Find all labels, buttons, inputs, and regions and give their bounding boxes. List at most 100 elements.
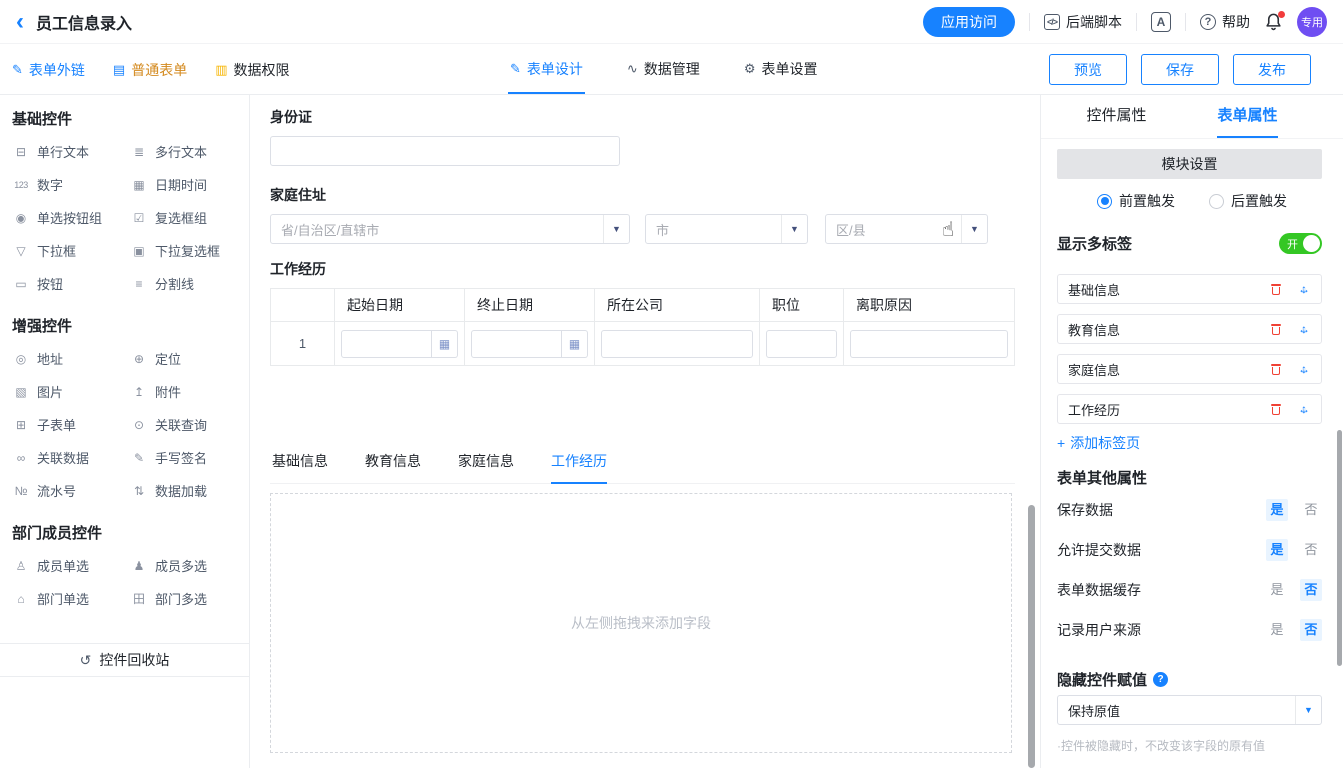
module-settings-button[interactable]: 模块设置 [1057, 149, 1322, 179]
palette-item-button[interactable]: ▭按钮 [12, 267, 130, 300]
palette-item-image[interactable]: ▧图片 [12, 375, 130, 408]
form-external-link[interactable]: ✎ 表单外链 [12, 60, 85, 80]
palette-item-label: 部门单选 [37, 589, 89, 608]
tab-form-design[interactable]: ✎ 表单设计 [508, 45, 585, 94]
yes-option[interactable]: 是 [1266, 619, 1288, 641]
normal-form-link[interactable]: ▤ 普通表单 [113, 60, 187, 80]
delete-icon[interactable] [1271, 284, 1281, 295]
language-icon[interactable]: A [1151, 12, 1171, 32]
publish-button[interactable]: 发布 [1233, 54, 1311, 85]
field-work-history[interactable]: 工作经历 起始日期 终止日期 所在公司 职位 离职原因 1 ▦ [270, 259, 1015, 366]
yes-option[interactable]: 是 [1266, 579, 1288, 601]
palette-item-radio-group[interactable]: ◉单选按钮组 [12, 201, 130, 234]
move-icon[interactable]: ↔↕ [1297, 362, 1311, 376]
move-icon[interactable]: ↔↕ [1297, 282, 1311, 296]
palette-item-number[interactable]: 123数字 [12, 168, 130, 201]
control-palette: 基础控件 ⊟单行文本 ≣多行文本 123数字 ▦日期时间 ◉单选按钮组 ☑复选框… [0, 95, 250, 768]
help-button[interactable]: ? 帮助 [1200, 12, 1250, 32]
no-option[interactable]: 否 [1300, 539, 1322, 561]
recycle-icon: ↺ [80, 652, 92, 669]
app-access-button[interactable]: 应用访问 [923, 7, 1015, 37]
toolbar: ✎ 表单外链 ▤ 普通表单 ▥ 数据权限 ✎ 表单设计 ∿ 数据管理 ⚙ 表单设… [0, 45, 1343, 95]
tab-family-info[interactable]: 家庭信息 [458, 445, 514, 484]
no-option[interactable]: 否 [1300, 579, 1322, 601]
palette-item-signature[interactable]: ✎手写签名 [130, 441, 237, 474]
delete-icon[interactable] [1271, 404, 1281, 415]
no-option[interactable]: 否 [1300, 499, 1322, 521]
no-option[interactable]: 否 [1300, 619, 1322, 641]
question-icon: ? [1200, 14, 1216, 30]
position-input[interactable] [766, 330, 837, 358]
district-select[interactable]: 区/县 ▼ [825, 214, 988, 244]
palette-item-label: 关联查询 [155, 415, 207, 434]
tab-data-management[interactable]: ∿ 数据管理 [625, 45, 702, 94]
tab-form-settings[interactable]: ⚙ 表单设置 [742, 45, 820, 94]
tab-work-history[interactable]: 工作经历 [551, 445, 607, 484]
yes-option[interactable]: 是 [1266, 539, 1288, 561]
id-card-input[interactable] [270, 136, 620, 166]
drop-zone[interactable]: 从左侧拖拽来添加字段 [270, 493, 1012, 753]
notification-bell-icon[interactable] [1264, 12, 1283, 31]
palette-item-member-single[interactable]: ♙成员单选 [12, 549, 130, 582]
start-date-input[interactable] [341, 330, 432, 358]
palette-item-datetime[interactable]: ▦日期时间 [130, 168, 237, 201]
tag-item-basic-info: 基础信息 ↔↕ [1057, 274, 1322, 304]
hidden-value-select[interactable]: 保持原值 ▼ [1057, 695, 1322, 725]
save-button[interactable]: 保存 [1141, 54, 1219, 85]
city-select[interactable]: 市 ▼ [645, 214, 808, 244]
radio-post-trigger[interactable]: 后置触发 [1209, 191, 1287, 211]
palette-item-attachment[interactable]: ↥附件 [130, 375, 237, 408]
palette-item-serial-number[interactable]: №流水号 [12, 474, 130, 507]
field-id-card[interactable]: 身份证 [270, 107, 620, 166]
palette-item-department-multi[interactable]: 田部门多选 [130, 582, 237, 615]
palette-item-lookup[interactable]: ⊙关联查询 [130, 408, 237, 441]
yes-option[interactable]: 是 [1266, 499, 1288, 521]
palette-item-label: 图片 [37, 382, 63, 401]
control-recycle-bin[interactable]: ↺ 控件回收站 [0, 643, 249, 677]
palette-item-department-single[interactable]: ⌂部门单选 [12, 582, 130, 615]
palette-item-select[interactable]: ▽下拉框 [12, 234, 130, 267]
end-date-input[interactable] [471, 330, 562, 358]
back-icon[interactable]: ‹ [16, 12, 24, 32]
avatar[interactable]: 专用 [1297, 7, 1327, 37]
palette-item-label: 多行文本 [155, 142, 207, 161]
leave-reason-input[interactable] [850, 330, 1008, 358]
add-tab-button[interactable]: + 添加标签页 [1057, 433, 1140, 453]
department-multi-icon: 田 [130, 590, 148, 607]
palette-item-checkbox-group[interactable]: ☑复选框组 [130, 201, 237, 234]
palette-item-data-load[interactable]: ⇅数据加载 [130, 474, 237, 507]
panel-scrollbar[interactable] [1337, 430, 1342, 666]
tab-basic-info[interactable]: 基础信息 [272, 445, 328, 484]
palette-item-member-multi[interactable]: ♟成员多选 [130, 549, 237, 582]
attachment-icon: ↥ [130, 385, 148, 399]
company-input[interactable] [601, 330, 753, 358]
tab-education-info[interactable]: 教育信息 [365, 445, 421, 484]
help-icon[interactable]: ? [1153, 672, 1168, 687]
move-icon[interactable]: ↔↕ [1297, 402, 1311, 416]
canvas-scrollbar[interactable] [1028, 505, 1035, 768]
delete-icon[interactable] [1271, 324, 1281, 335]
tab-control-properties[interactable]: 控件属性 [1051, 95, 1182, 138]
province-select[interactable]: 省/自治区/直辖市 ▼ [270, 214, 630, 244]
district-select-placeholder: 区/县 [826, 220, 961, 239]
palette-item-location[interactable]: ⊕定位 [130, 342, 237, 375]
palette-item-multi-select[interactable]: ▣下拉复选框 [130, 234, 237, 267]
calendar-icon[interactable]: ▦ [562, 330, 588, 358]
radio-pre-trigger[interactable]: 前置触发 [1097, 191, 1175, 211]
move-icon[interactable]: ↔↕ [1297, 322, 1311, 336]
multi-tag-toggle[interactable]: 开 [1279, 233, 1322, 254]
preview-button[interactable]: 预览 [1049, 54, 1127, 85]
data-permission-link[interactable]: ▥ 数据权限 [215, 60, 289, 80]
calendar-icon[interactable]: ▦ [432, 330, 458, 358]
backend-script-button[interactable]: </> 后端脚本 [1044, 12, 1122, 32]
palette-item-linked-data[interactable]: ∞关联数据 [12, 441, 130, 474]
palette-item-address[interactable]: ◎地址 [12, 342, 130, 375]
palette-item-single-line-text[interactable]: ⊟单行文本 [12, 135, 130, 168]
field-home-address[interactable]: 家庭住址 省/自治区/直辖市 ▼ 市 ▼ 区/县 ▼ [270, 185, 988, 244]
palette-item-multi-line-text[interactable]: ≣多行文本 [130, 135, 237, 168]
tab-form-properties[interactable]: 表单属性 [1182, 95, 1313, 138]
delete-icon[interactable] [1271, 364, 1281, 375]
divider-icon: ≡ [130, 277, 148, 291]
palette-item-subform[interactable]: ⊞子表单 [12, 408, 130, 441]
palette-item-divider[interactable]: ≡分割线 [130, 267, 237, 300]
